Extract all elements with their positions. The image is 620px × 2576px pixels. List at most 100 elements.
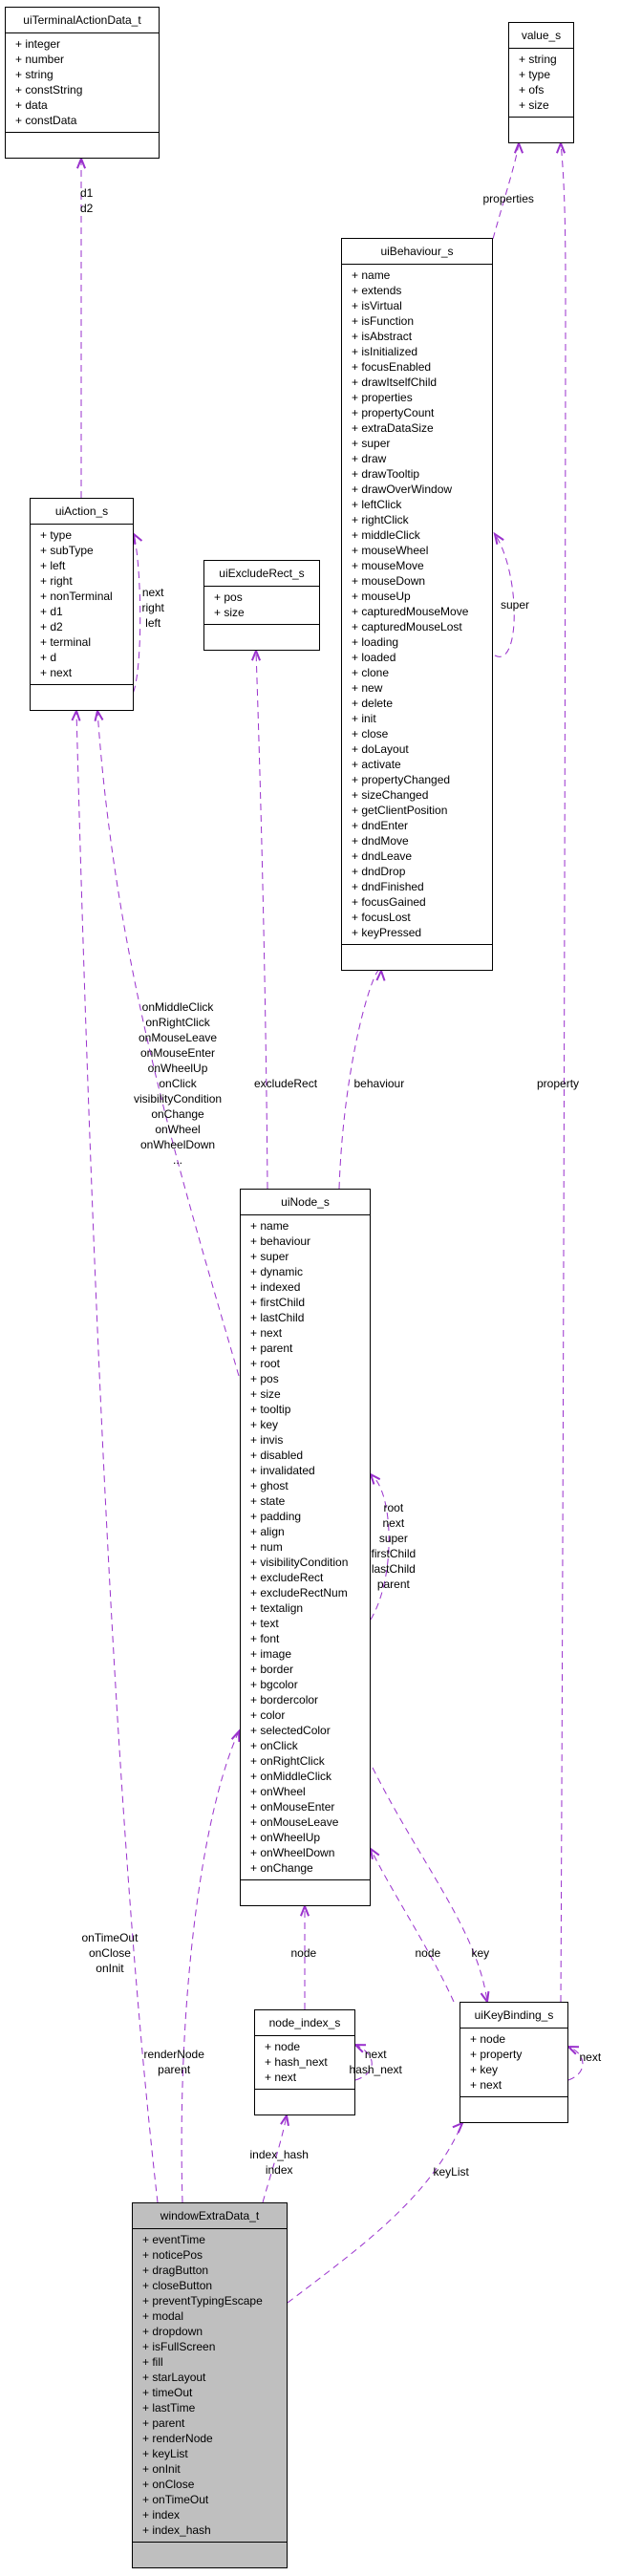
class-attribute: + focusGained — [352, 895, 426, 909]
class-attribute: + excludeRect — [250, 1571, 324, 1584]
class-attribute: + onRightClick — [250, 1754, 325, 1768]
class-attribute: + super — [250, 1250, 289, 1263]
class-attribute: + string — [15, 68, 53, 81]
class-methods — [204, 625, 319, 650]
class-attribute: + disabled — [250, 1449, 304, 1462]
edge-label-line: hash_next — [349, 2063, 402, 2076]
class-attribute: + clone — [352, 666, 390, 679]
edge-label-line: node — [415, 1946, 441, 1960]
class-attribute: + left — [40, 559, 66, 572]
edge-label-line: onClose — [88, 1946, 131, 1960]
class-attribute: + pos — [214, 590, 243, 604]
edge-label-render-parent: renderNode parent — [144, 2047, 204, 2077]
class-attribute: + onTimeOut — [142, 2493, 209, 2506]
edge-label-property: property — [537, 1076, 579, 1091]
class-title: windowExtraData_t — [133, 2203, 287, 2229]
class-attribute: + loaded — [352, 651, 396, 664]
edge-label-line: next — [141, 586, 164, 599]
class-attribute: + renderNode — [142, 2432, 213, 2445]
class-attribute: + terminal — [40, 635, 92, 649]
class-value_s[interactable]: value_s + string + type + ofs + size — [508, 22, 574, 143]
edge-label-keybinding-node: node — [416, 1945, 441, 1961]
class-methods — [342, 945, 492, 970]
class-uiNode_s[interactable]: uiNode_s + name + behaviour + super + dynami… — [240, 1189, 371, 1906]
class-title: uiNode_s — [241, 1190, 370, 1215]
class-attribute: + name — [352, 268, 391, 282]
edge-label-line: behaviour — [353, 1077, 405, 1090]
edge-label-line: left — [145, 616, 161, 630]
edge-label-line: properties — [482, 192, 534, 205]
class-attribute: + dndMove — [352, 834, 409, 848]
class-attribute: + next — [40, 666, 73, 679]
class-attribute: + dndLeave — [352, 849, 413, 863]
class-node_index_s[interactable]: node_index_s + node + hash_next + next — [254, 2009, 355, 2115]
class-attribute: + color — [250, 1708, 286, 1722]
class-attribute: + mouseDown — [352, 574, 426, 588]
edge-label-line: onInit — [96, 1962, 124, 1975]
class-attribute: + isInitialized — [352, 345, 418, 358]
class-title: node_index_s — [255, 2010, 354, 2036]
edge-label-node-self: root next super firstChild lastChild parent — [372, 1500, 417, 1592]
edge-label-nodeindex-node: node — [291, 1945, 317, 1961]
class-attribute: + textalign — [250, 1601, 304, 1615]
class-attribute: + data — [15, 98, 48, 112]
class-attribute: + right — [40, 574, 73, 588]
class-uiBehaviour_s[interactable]: uiBehaviour_s + name + extends + isVirtual +… — [341, 238, 493, 971]
class-attribute: + align — [250, 1525, 285, 1538]
edge-label-action-self: next right left — [142, 585, 164, 631]
class-attribute: + drawItselfChild — [352, 376, 438, 389]
class-attribute: + invalidated — [250, 1464, 315, 1477]
class-methods — [509, 118, 573, 142]
class-attribute: + timeOut — [142, 2386, 193, 2399]
class-methods — [6, 133, 159, 158]
class-windowExtraData_t[interactable]: windowExtraData_t + eventTime + noticePos +… — [132, 2202, 288, 2568]
class-methods — [460, 2097, 567, 2122]
class-attribute: + middleClick — [352, 528, 420, 542]
class-title: uiKeyBinding_s — [460, 2003, 567, 2029]
class-attributes: + name + behaviour + super + dynamic + index… — [241, 1215, 370, 1880]
edge-label-line: next — [364, 2048, 387, 2061]
class-attribute: + propertyChanged — [352, 773, 451, 786]
class-attribute: + extends — [352, 284, 402, 297]
edge-label-line: super — [501, 598, 530, 612]
class-title: value_s — [509, 23, 573, 49]
class-uiExcludeRect_s[interactable]: uiExcludeRect_s + pos + size — [203, 560, 320, 651]
class-attribute: + modal — [142, 2309, 184, 2323]
edge-behaviour-to-value-arrowhead — [513, 140, 524, 154]
edge-label-excludeRect: excludeRect — [254, 1076, 317, 1091]
edge-label-line: next — [579, 2050, 602, 2064]
edge-label-line: renderNode — [143, 2048, 204, 2061]
edge-label-line: property — [537, 1077, 580, 1090]
class-title: uiTerminalActionData_t — [6, 8, 159, 33]
class-attribute: + dropdown — [142, 2325, 203, 2338]
edge-label-line: onRightClick — [145, 1016, 210, 1029]
class-attribute: + image — [250, 1647, 292, 1661]
edge-label-line: onClick — [159, 1077, 197, 1090]
edge-label-line: parent — [158, 2063, 191, 2076]
class-attribute: + padding — [250, 1510, 302, 1523]
edge-label-line: onChange — [151, 1107, 204, 1121]
class-attribute: + property — [470, 2048, 523, 2061]
class-attributes: + node + property + key + next — [460, 2029, 567, 2097]
class-attribute: + dragButton — [142, 2264, 209, 2277]
class-uiTerminalActionData_t[interactable]: uiTerminalActionData_t + integer + number +… — [5, 7, 160, 159]
class-attribute: + noticePos — [142, 2248, 203, 2262]
class-uiAction_s[interactable]: uiAction_s + type + subType + left + right + … — [30, 498, 134, 711]
class-attribute: + onWheel — [250, 1785, 306, 1798]
edge-node-self-arrowhead — [369, 1471, 381, 1485]
edge-label-line: index — [265, 2163, 293, 2177]
class-attribute: + leftClick — [352, 498, 402, 511]
edge-label-line: onWheel — [155, 1123, 201, 1136]
class-attribute: + fill — [142, 2355, 163, 2369]
class-attribute: + size — [250, 1387, 281, 1401]
class-attributes: + type + subType + left + right + nonTermina… — [31, 525, 133, 685]
edge-label-line: keyList — [433, 2165, 469, 2179]
class-title: uiAction_s — [31, 499, 133, 525]
class-attribute: + onMouseEnter — [250, 1800, 335, 1814]
edge-window-to-keybinding-arrowhead — [452, 2121, 464, 2134]
class-title: uiBehaviour_s — [342, 239, 492, 265]
class-attribute: + bordercolor — [250, 1693, 319, 1707]
class-uiKeyBinding_s[interactable]: uiKeyBinding_s + node + property + key + nex… — [460, 2002, 568, 2123]
class-attribute: + properties — [352, 391, 413, 404]
class-attribute: + onWheelUp — [250, 1831, 321, 1844]
